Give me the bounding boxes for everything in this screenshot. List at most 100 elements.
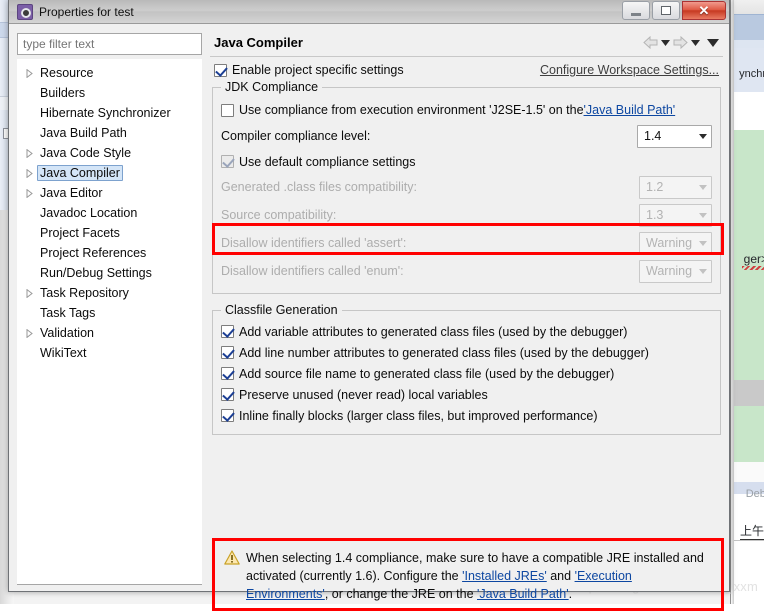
- sidebar-item-validation[interactable]: Validation: [17, 323, 202, 343]
- sidebar-item-wikitext[interactable]: WikiText: [17, 343, 202, 363]
- sidebar-item-label: WikiText: [37, 346, 90, 360]
- combo-disallow-identifiers-called-assert: Warning: [639, 232, 712, 255]
- sidebar-item-java-code-style[interactable]: Java Code Style: [17, 143, 202, 163]
- expand-triangle-icon[interactable]: [21, 149, 37, 158]
- combo-value: Warning: [646, 264, 692, 278]
- background-squiggle-underline: [742, 266, 764, 270]
- sidebar-item-builders[interactable]: Builders: [17, 83, 202, 103]
- sidebar-item-label: Hibernate Synchronizer: [37, 106, 174, 120]
- sidebar-item-java-compiler[interactable]: Java Compiler: [17, 163, 202, 183]
- page-menu-chevron-down-icon[interactable]: [707, 39, 719, 47]
- classfile-option-label: Preserve unused (never read) local varia…: [239, 388, 488, 402]
- sidebar-item-project-references[interactable]: Project References: [17, 243, 202, 263]
- settings-page-pane: Java Compiler: [210, 33, 723, 585]
- sidebar-item-label: Builders: [37, 86, 88, 100]
- warning-part-4: .: [569, 587, 572, 601]
- expand-triangle-icon[interactable]: [21, 69, 37, 78]
- classfile-option-row[interactable]: Add source file name to generated class …: [221, 363, 712, 384]
- background-right-toolbar: [730, 0, 764, 14]
- sidebar-item-java-editor[interactable]: Java Editor: [17, 183, 202, 203]
- enable-project-specific-label: Enable project specific settings: [232, 63, 404, 77]
- classfile-option-row[interactable]: Add variable attributes to generated cla…: [221, 321, 712, 342]
- arrow-right-icon[interactable]: [673, 36, 688, 49]
- settings-tree[interactable]: Resource Builders Hibernate Synchronizer Ja…: [17, 59, 202, 585]
- checkbox-box: [221, 409, 234, 422]
- back-history-chevron-down-icon[interactable]: [661, 40, 670, 46]
- sidebar-item-task-tags[interactable]: Task Tags: [17, 303, 202, 323]
- classfile-option-row[interactable]: Inline finally blocks (larger class file…: [221, 405, 712, 426]
- sidebar-item-task-repository[interactable]: Task Repository: [17, 283, 202, 303]
- header-divider: [210, 56, 723, 57]
- expand-triangle-icon[interactable]: [21, 329, 37, 338]
- warning-part-3: , or change the JRE on the: [325, 587, 477, 601]
- dialog-titlebar[interactable]: Properties for test ✕: [9, 0, 729, 24]
- checkbox-box: [221, 388, 234, 401]
- arrow-left-icon[interactable]: [643, 36, 658, 49]
- expand-triangle-icon[interactable]: [21, 169, 37, 178]
- window-controls: ✕: [622, 1, 726, 20]
- sidebar-item-label: Validation: [37, 326, 97, 340]
- filter-input[interactable]: [17, 33, 202, 55]
- field-label: Source compatibility:: [221, 208, 639, 222]
- use-default-compliance-label: Use default compliance settings: [239, 155, 415, 169]
- settings-tree-items: Resource Builders Hibernate Synchronizer Ja…: [17, 59, 202, 363]
- combo-value: Warning: [646, 236, 692, 250]
- page-nav-icons: [643, 36, 719, 49]
- combo-value: 1.2: [646, 180, 663, 194]
- close-button[interactable]: ✕: [682, 1, 726, 20]
- sidebar-item-label: Run/Debug Settings: [37, 266, 155, 280]
- classfile-generation-group-title: Classfile Generation: [221, 303, 342, 317]
- field-label: Disallow identifiers called 'assert':: [221, 236, 639, 250]
- compiler-compliance-level-value: 1.4: [644, 129, 661, 143]
- settings-navigation-pane: Resource Builders Hibernate Synchronizer Ja…: [17, 33, 202, 585]
- background-right-white-2: [730, 462, 764, 482]
- sidebar-item-hibernate-synchronizer[interactable]: Hibernate Synchronizer: [17, 103, 202, 123]
- configure-workspace-settings-link[interactable]: Configure Workspace Settings...: [540, 63, 719, 77]
- sidebar-item-label: Task Tags: [37, 306, 98, 320]
- checkbox-box: [221, 367, 234, 380]
- checkbox-box: [221, 325, 234, 338]
- sidebar-item-label: Java Build Path: [37, 126, 130, 140]
- use-default-compliance-row[interactable]: Use default compliance settings: [221, 150, 712, 173]
- background-right-tab: [730, 14, 764, 40]
- sidebar-item-run-debug-settings[interactable]: Run/Debug Settings: [17, 263, 202, 283]
- field-row-disallow-identifiers-called-enum: Disallow identifiers called 'enum':Warni…: [221, 257, 712, 285]
- warning-triangle-icon: [224, 550, 240, 603]
- background-right-grey-1: [730, 380, 764, 406]
- checkbox-box: [214, 64, 227, 77]
- java-build-path-warning-link[interactable]: 'Java Build Path': [477, 587, 569, 601]
- background-text-time: 上午: [740, 522, 764, 540]
- background-frame-bevel: [731, 0, 734, 604]
- warning-part-2: and: [547, 569, 575, 583]
- sidebar-item-resource[interactable]: Resource: [17, 63, 202, 83]
- page-title: Java Compiler: [214, 35, 303, 50]
- page-content: JDK Compliance Use compliance from execu…: [210, 83, 723, 585]
- classfile-option-label: Add variable attributes to generated cla…: [239, 325, 627, 339]
- background-frame-line: [730, 0, 731, 604]
- checkbox-box: [221, 104, 234, 117]
- chevron-down-icon: [699, 269, 707, 274]
- sidebar-item-label: Project References: [37, 246, 149, 260]
- maximize-icon: [661, 6, 671, 15]
- enable-project-specific-checkbox[interactable]: Enable project specific settings: [214, 63, 404, 77]
- minimize-button[interactable]: [622, 1, 650, 20]
- classfile-generation-options: Add variable attributes to generated cla…: [221, 321, 712, 426]
- dialog-title: Properties for test: [39, 5, 134, 19]
- compiler-compliance-level-combo[interactable]: 1.4: [637, 125, 712, 148]
- sidebar-item-project-facets[interactable]: Project Facets: [17, 223, 202, 243]
- background-right-panel: ynchr ger> Debu 上午: [730, 0, 764, 604]
- forward-history-chevron-down-icon[interactable]: [691, 40, 700, 46]
- maximize-button[interactable]: [652, 1, 680, 20]
- installed-jres-link[interactable]: 'Installed JREs': [462, 569, 547, 583]
- sidebar-item-label: Java Code Style: [37, 146, 134, 160]
- sidebar-item-javadoc-location[interactable]: Javadoc Location: [17, 203, 202, 223]
- classfile-option-row[interactable]: Preserve unused (never read) local varia…: [221, 384, 712, 405]
- jdk-compliance-group-title: JDK Compliance: [221, 80, 322, 94]
- sidebar-item-java-build-path[interactable]: Java Build Path: [17, 123, 202, 143]
- expand-triangle-icon[interactable]: [21, 189, 37, 198]
- expand-triangle-icon[interactable]: [21, 289, 37, 298]
- classfile-option-row[interactable]: Add line number attributes to generated …: [221, 342, 712, 363]
- java-build-path-link[interactable]: 'Java Build Path': [584, 103, 676, 117]
- combo-disallow-identifiers-called-enum: Warning: [639, 260, 712, 283]
- use-execution-environment-row[interactable]: Use compliance from execution environmen…: [221, 98, 712, 122]
